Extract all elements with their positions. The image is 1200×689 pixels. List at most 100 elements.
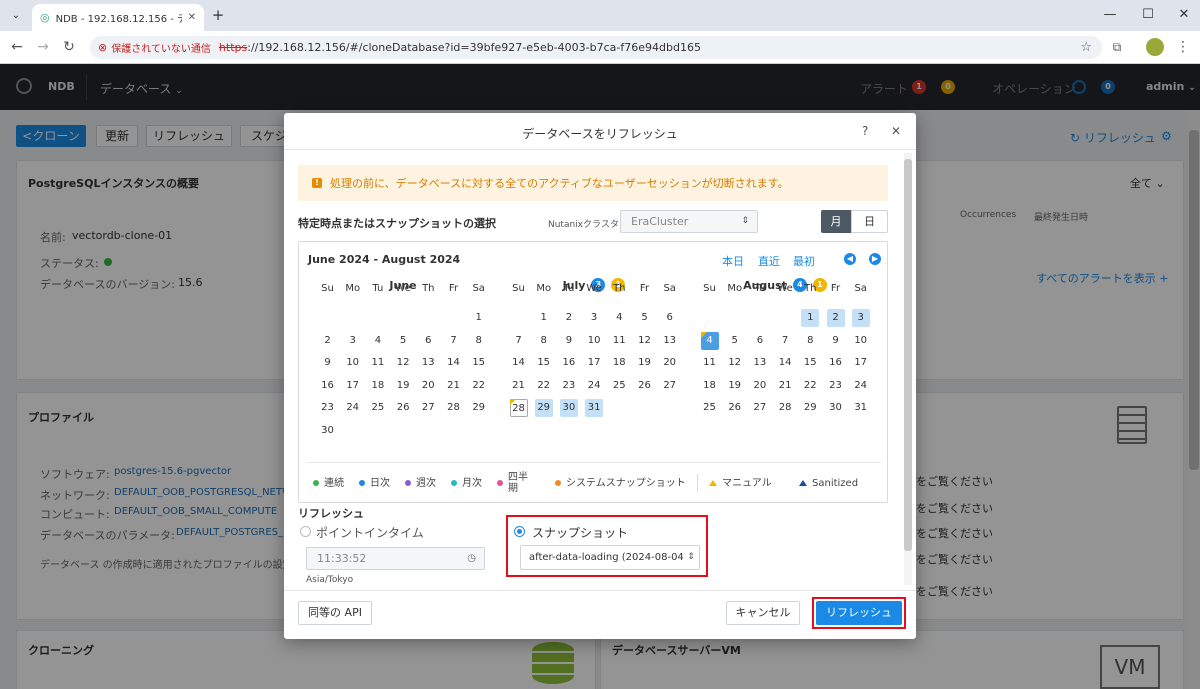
- cluster-select[interactable]: EraCluster ⇕: [620, 210, 758, 233]
- calendar-day[interactable]: 14: [776, 354, 794, 372]
- calendar-day[interactable]: 30: [827, 399, 845, 417]
- modal-close-icon[interactable]: ✕: [891, 124, 901, 138]
- calendar-day[interactable]: 8: [470, 332, 488, 350]
- calendar-day[interactable]: 5: [394, 332, 412, 350]
- view-day-toggle[interactable]: 日: [851, 210, 888, 233]
- calendar-day[interactable]: 19: [394, 377, 412, 395]
- new-tab-button[interactable]: +: [208, 6, 228, 26]
- reload-icon[interactable]: ↻: [60, 39, 78, 55]
- calendar-day[interactable]: 30: [319, 422, 337, 440]
- calendar-day[interactable]: 27: [661, 377, 679, 395]
- calendar-day[interactable]: 29: [534, 399, 553, 418]
- modal-scrollbar-thumb[interactable]: [904, 159, 912, 551]
- calendar-day[interactable]: 24: [585, 377, 603, 395]
- calendar-day[interactable]: 3: [344, 332, 362, 350]
- calendar-day[interactable]: 16: [560, 354, 578, 372]
- calendar-day[interactable]: 9: [560, 332, 578, 350]
- calendar-day[interactable]: 10: [852, 332, 870, 350]
- calendar-day[interactable]: 29: [801, 399, 819, 417]
- calendar-day[interactable]: 19: [636, 354, 654, 372]
- calendar-day[interactable]: 6: [419, 332, 437, 350]
- calendar-day[interactable]: 9: [827, 332, 845, 350]
- cancel-button[interactable]: キャンセル: [726, 601, 800, 625]
- pit-time-input[interactable]: 11:33:52 ◷: [306, 547, 485, 570]
- calendar-day[interactable]: 10: [585, 332, 603, 350]
- help-icon[interactable]: ?: [862, 124, 868, 138]
- calendar-day[interactable]: 3: [851, 309, 870, 327]
- calendar-day[interactable]: 19: [726, 377, 744, 395]
- calendar-day[interactable]: 24: [852, 377, 870, 395]
- calendar-day[interactable]: 2: [319, 332, 337, 350]
- tab-close-icon[interactable]: ✕: [188, 12, 196, 23]
- pit-label[interactable]: ポイントインタイム: [316, 524, 424, 541]
- calendar-day[interactable]: 6: [751, 332, 769, 350]
- calendar-day[interactable]: 26: [726, 399, 744, 417]
- calendar-day[interactable]: 1: [535, 309, 553, 327]
- calendar-day[interactable]: 17: [585, 354, 603, 372]
- calendar-day[interactable]: 26: [394, 399, 412, 417]
- calendar-day[interactable]: 25: [701, 399, 719, 417]
- calendar-day[interactable]: 22: [470, 377, 488, 395]
- calendar-day[interactable]: 26: [636, 377, 654, 395]
- bookmark-star-icon[interactable]: ☆: [1080, 40, 1092, 55]
- calendar-day[interactable]: 7: [445, 332, 463, 350]
- calendar-day[interactable]: 29: [470, 399, 488, 417]
- calendar-day[interactable]: 10: [344, 354, 362, 372]
- calendar-day[interactable]: 23: [827, 377, 845, 395]
- calendar-day[interactable]: 18: [610, 354, 628, 372]
- calendar-day[interactable]: 31: [585, 399, 604, 418]
- calendar-day[interactable]: 20: [751, 377, 769, 395]
- profile-avatar[interactable]: [1146, 38, 1164, 56]
- calendar-day[interactable]: 4: [369, 332, 387, 350]
- calendar-day[interactable]: 11: [701, 354, 719, 372]
- calendar-day[interactable]: 21: [776, 377, 794, 395]
- calendar-day[interactable]: 8: [535, 332, 553, 350]
- calendar-day[interactable]: 5: [636, 309, 654, 327]
- calendar-day[interactable]: 15: [470, 354, 488, 372]
- calendar-day[interactable]: 22: [535, 377, 553, 395]
- submit-refresh-button[interactable]: リフレッシュ: [816, 601, 902, 625]
- calendar-day[interactable]: 17: [852, 354, 870, 372]
- snapshot-select[interactable]: after-data-loading (2024-08-04 2: ⇕: [520, 545, 700, 570]
- back-icon[interactable]: ←: [8, 39, 26, 55]
- calendar-day[interactable]: 27: [751, 399, 769, 417]
- calendar-day[interactable]: 25: [610, 377, 628, 395]
- calendar-day[interactable]: 12: [394, 354, 412, 372]
- browser-tab[interactable]: ◎ NDB - 192.168.12.156 - データベ ✕: [32, 4, 204, 31]
- minimize-icon[interactable]: —: [1100, 7, 1120, 22]
- forward-icon[interactable]: →: [34, 39, 52, 55]
- calendar-day[interactable]: 15: [535, 354, 553, 372]
- calendar-day[interactable]: 16: [319, 377, 337, 395]
- browser-menu-icon[interactable]: ⋮: [1174, 39, 1192, 55]
- calendar-day[interactable]: 18: [369, 377, 387, 395]
- calendar-day[interactable]: 22: [801, 377, 819, 395]
- equivalent-api-button[interactable]: 同等の API: [298, 601, 372, 625]
- calendar-day[interactable]: 4: [610, 309, 628, 327]
- calendar-day[interactable]: 14: [445, 354, 463, 372]
- calendar-day[interactable]: 21: [445, 377, 463, 395]
- window-close-icon[interactable]: ✕: [1174, 7, 1194, 22]
- maximize-icon[interactable]: ☐: [1138, 7, 1158, 22]
- calendar-day[interactable]: 14: [510, 354, 528, 372]
- calendar-day[interactable]: 1: [801, 309, 820, 327]
- calendar-day[interactable]: 27: [419, 399, 437, 417]
- calendar-day[interactable]: 18: [701, 377, 719, 395]
- calendar-day[interactable]: 3: [585, 309, 603, 327]
- calendar-day[interactable]: 23: [560, 377, 578, 395]
- calendar-day[interactable]: 11: [369, 354, 387, 372]
- calendar-day[interactable]: 13: [661, 332, 679, 350]
- calendar-day[interactable]: 5: [726, 332, 744, 350]
- calendar-day[interactable]: 31: [852, 399, 870, 417]
- calendar-day[interactable]: 7: [510, 332, 528, 350]
- calendar-day[interactable]: 17: [344, 377, 362, 395]
- extensions-icon[interactable]: ⧉: [1108, 40, 1126, 55]
- view-month-toggle[interactable]: 月: [821, 210, 851, 233]
- calendar-day[interactable]: 28: [776, 399, 794, 417]
- calendar-day[interactable]: 15: [801, 354, 819, 372]
- calendar-day[interactable]: 16: [827, 354, 845, 372]
- calendar-day[interactable]: 24: [344, 399, 362, 417]
- address-bar[interactable]: ⊗ 保護されていない通信 https ://192.168.12.156/#/c…: [90, 36, 1102, 59]
- calendar-day[interactable]: 30: [559, 399, 578, 418]
- calendar-day[interactable]: 13: [751, 354, 769, 372]
- calendar-day[interactable]: 8: [801, 332, 819, 350]
